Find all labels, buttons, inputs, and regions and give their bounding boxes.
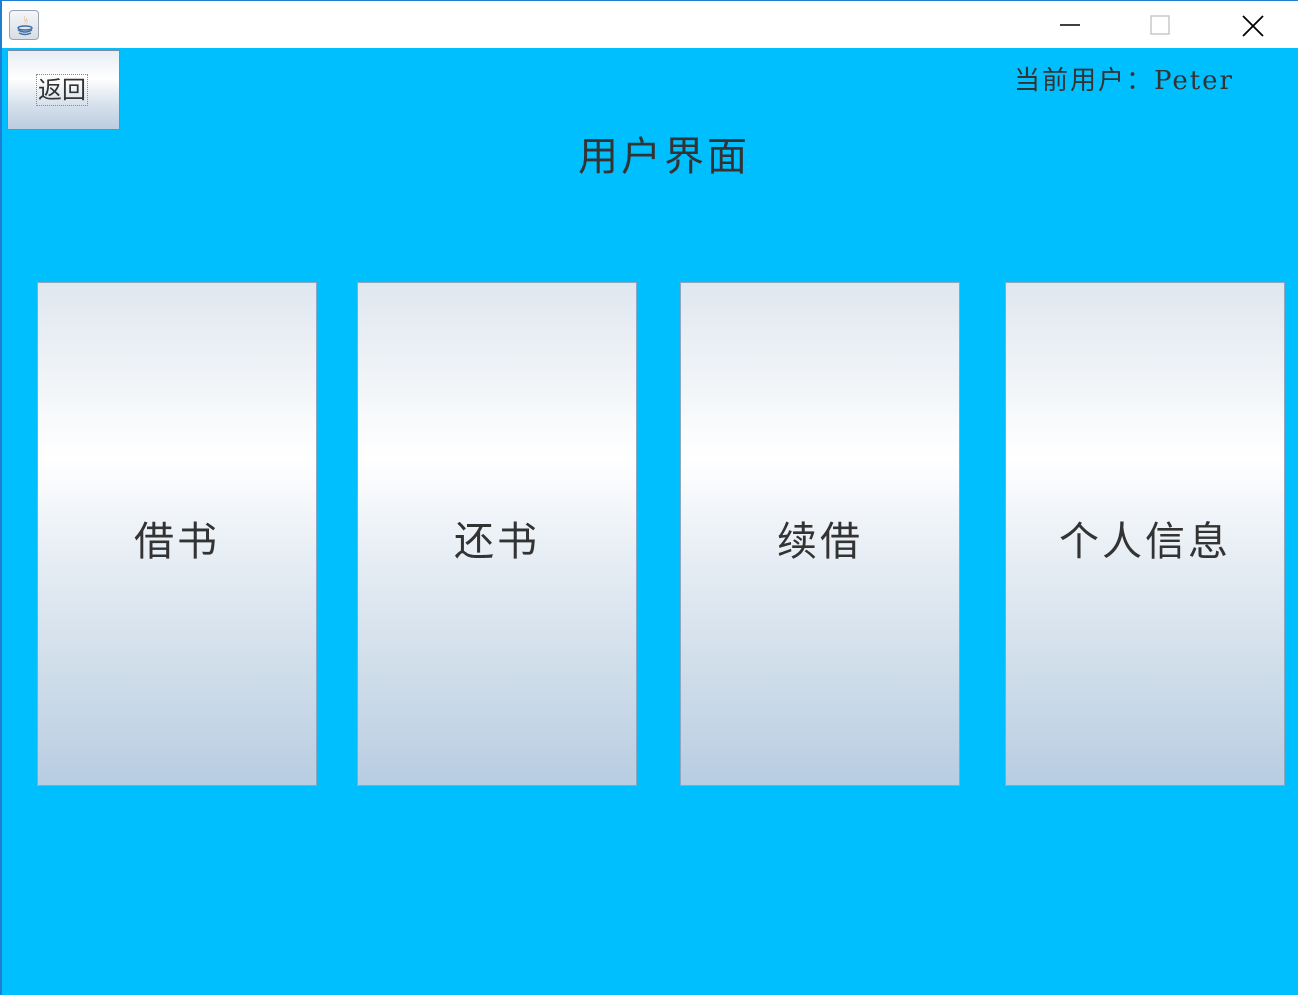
maximize-icon [1150, 15, 1170, 35]
maximize-button[interactable] [1114, 1, 1206, 49]
personal-info-label: 个人信息 [1059, 519, 1231, 565]
close-button[interactable] [1206, 1, 1298, 49]
app-window: 返回 当前用户：Peter 用户界面 借书 还书 续借 个人信息 [0, 0, 1298, 995]
back-button-label: 返回 [36, 74, 88, 106]
borrow-book-label: 借书 [134, 519, 220, 565]
main-panel: 返回 当前用户：Peter 用户界面 借书 还书 续借 个人信息 [2, 48, 1298, 995]
renew-book-button[interactable]: 续借 [680, 282, 960, 786]
minimize-button[interactable] [1024, 1, 1116, 49]
personal-info-button[interactable]: 个人信息 [1005, 282, 1285, 786]
page-title: 用户界面 [578, 134, 750, 180]
minimize-icon [1060, 24, 1080, 26]
close-icon [1242, 15, 1264, 37]
return-book-button[interactable]: 还书 [357, 282, 637, 786]
title-bar [2, 0, 1298, 48]
java-coffee-icon[interactable] [9, 10, 39, 40]
renew-book-label: 续借 [777, 519, 863, 565]
back-button[interactable]: 返回 [7, 50, 120, 130]
current-user-label: 当前用户：Peter [1014, 66, 1234, 96]
borrow-book-button[interactable]: 借书 [37, 282, 317, 786]
return-book-label: 还书 [454, 519, 540, 565]
